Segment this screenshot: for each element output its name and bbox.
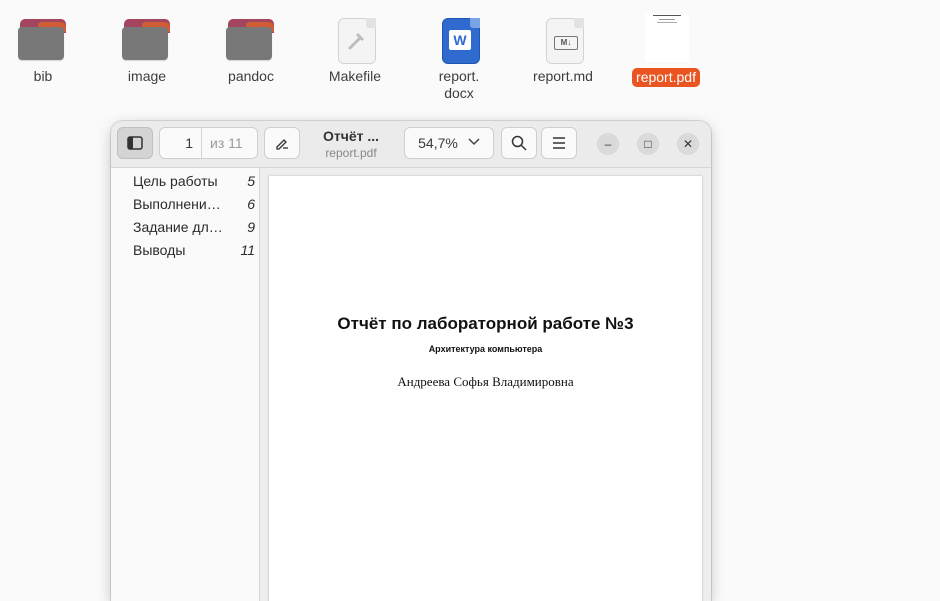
file-makefile[interactable]: Makefile xyxy=(307,16,403,85)
document-title: Отчёт ... xyxy=(322,128,380,144)
outline-item[interactable]: Цель работы 5 xyxy=(111,169,259,192)
word-document-icon: W xyxy=(434,16,484,64)
sidebar-icon xyxy=(127,136,143,150)
search-button[interactable] xyxy=(501,127,537,159)
page-title: Отчёт по лабораторной работе №3 xyxy=(337,314,634,333)
file-report-md[interactable]: M↓ report.md xyxy=(515,16,611,85)
page-total-label: из 11 xyxy=(210,135,243,151)
page-current-input[interactable]: 1 xyxy=(160,128,202,158)
file-label: report. docx xyxy=(438,68,480,101)
maximize-button[interactable]: □ xyxy=(637,133,659,155)
pdf-page: Отчёт по лабораторной работе №3 Архитект… xyxy=(269,176,702,601)
outline-item-label: Задание дл… xyxy=(133,218,223,235)
file-label: bib xyxy=(33,68,53,84)
folder-bib[interactable]: bib xyxy=(0,16,91,85)
folder-icon xyxy=(122,16,172,62)
file-label: image xyxy=(127,68,167,84)
pdf-thumbnail-icon xyxy=(641,14,691,62)
folder-pandoc[interactable]: pandoc xyxy=(203,16,299,85)
document-title-block: Отчёт ... report.pdf xyxy=(311,128,391,160)
page-author: Андреева Софья Владимировна xyxy=(397,374,574,389)
annotate-button[interactable] xyxy=(264,127,300,159)
search-icon xyxy=(511,135,527,151)
header-bar: 1 из 11 Отчёт ... report.pdf 54,7% – □ ✕ xyxy=(111,121,711,168)
maximize-icon: □ xyxy=(644,137,652,151)
chevron-down-icon xyxy=(468,137,480,149)
outline-item-page: 5 xyxy=(247,172,255,189)
document-viewer-window: 1 из 11 Отчёт ... report.pdf 54,7% – □ ✕… xyxy=(111,121,711,601)
close-icon: ✕ xyxy=(682,137,694,151)
makefile-icon xyxy=(330,16,380,64)
folder-icon xyxy=(18,16,68,62)
outline-item[interactable]: Задание дл… 9 xyxy=(111,215,259,238)
hamburger-icon xyxy=(553,137,565,149)
zoom-dropdown[interactable]: 54,7% xyxy=(404,127,494,159)
close-button[interactable]: ✕ xyxy=(677,133,699,155)
folder-icon xyxy=(226,16,276,62)
outline-item-page: 11 xyxy=(240,241,255,258)
file-report-docx[interactable]: W report. docx xyxy=(411,16,507,102)
file-label: report.md xyxy=(533,68,593,84)
minimize-button[interactable]: – xyxy=(597,133,619,155)
main-menu-button[interactable] xyxy=(541,127,577,159)
outline-item-page: 6 xyxy=(247,195,255,212)
file-label: report.pdf xyxy=(632,68,700,87)
outline-item-label: Выполнени… xyxy=(133,195,221,212)
outline-item[interactable]: Выводы 11 xyxy=(111,238,259,261)
page-number-entry[interactable]: 1 из 11 xyxy=(159,127,258,159)
folder-image[interactable]: image xyxy=(99,16,195,85)
page-subtitle: Архитектура компьютера xyxy=(428,344,543,354)
markdown-file-icon: M↓ xyxy=(538,16,588,64)
outline-item-label: Выводы xyxy=(133,241,186,258)
document-filename: report.pdf xyxy=(325,146,377,160)
pencil-icon xyxy=(276,139,288,150)
file-label: Makefile xyxy=(328,68,382,84)
minimize-icon: – xyxy=(604,137,612,151)
outline-item-label: Цель работы xyxy=(133,172,218,189)
outline-sidebar: Цель работы 5 Выполнени… 6 Задание дл… 9… xyxy=(111,168,260,601)
sidebar-toggle-button[interactable] xyxy=(117,127,153,159)
outline-item[interactable]: Выполнени… 6 xyxy=(111,192,259,215)
zoom-value: 54,7% xyxy=(418,135,458,151)
outline-item-page: 9 xyxy=(247,218,255,235)
file-report-pdf[interactable]: report.pdf xyxy=(618,14,714,87)
document-view[interactable]: Отчёт по лабораторной работе №3 Архитект… xyxy=(260,168,711,601)
file-label: pandoc xyxy=(228,68,274,84)
